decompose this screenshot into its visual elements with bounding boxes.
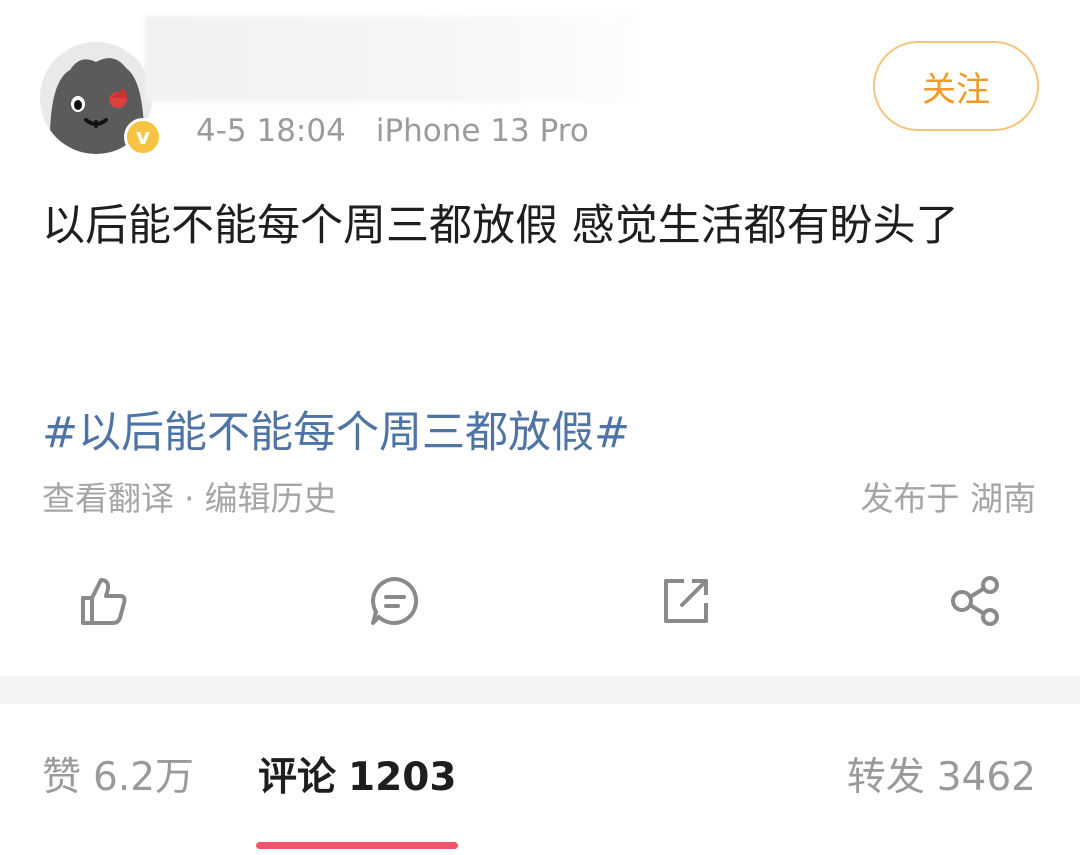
like-button[interactable] — [73, 571, 133, 631]
comment-bubble-icon — [371, 577, 419, 625]
tab-comments[interactable]: 评论 1203 — [258, 752, 457, 804]
thumbs-up-icon — [81, 578, 127, 625]
tab-reposts-label: 转发 — [846, 755, 925, 800]
post-time: 4-5 18:04 — [196, 113, 346, 149]
active-tab-indicator — [256, 842, 458, 849]
tab-likes[interactable]: 赞 6.2万 — [42, 752, 194, 804]
avatar[interactable]: v — [40, 42, 162, 164]
post-text: 以后能不能每个周三都放假 感觉生活都有盼头了 — [42, 201, 959, 251]
post-meta: 4-5 18:04 iPhone 13 Pro — [196, 108, 589, 154]
tab-likes-label: 赞 — [42, 755, 82, 800]
hashtag-link[interactable]: #以后能不能每个周三都放假# — [42, 402, 630, 464]
tab-comments-label: 评论 — [258, 755, 337, 800]
tab-reposts[interactable]: 转发 3462 — [847, 752, 1036, 804]
follow-button-label: 关注 — [922, 69, 990, 110]
follow-button[interactable]: 关注 — [873, 41, 1039, 131]
verified-badge-icon: v — [124, 118, 162, 156]
repost-share-out-icon — [664, 579, 708, 623]
separator-dot: · — [184, 479, 195, 518]
tab-reposts-count: 3462 — [936, 755, 1036, 800]
username-redacted — [145, 16, 640, 102]
repost-button[interactable] — [656, 571, 716, 631]
section-divider — [0, 676, 1080, 704]
tab-comments-count: 1203 — [348, 755, 457, 800]
share-nodes-icon — [951, 576, 999, 626]
edit-history-link[interactable]: 编辑历史 — [205, 479, 337, 518]
verified-badge-letter: v — [135, 124, 151, 150]
post-location: 发布于 湖南 — [860, 479, 1037, 518]
post-sub-actions: 查看翻译 · 编辑历史 — [42, 476, 337, 522]
share-button[interactable] — [946, 571, 1006, 631]
tab-likes-count: 6.2万 — [93, 755, 195, 800]
comment-button[interactable] — [365, 571, 425, 631]
translate-link[interactable]: 查看翻译 — [42, 479, 174, 518]
post-device: iPhone 13 Pro — [375, 113, 589, 149]
